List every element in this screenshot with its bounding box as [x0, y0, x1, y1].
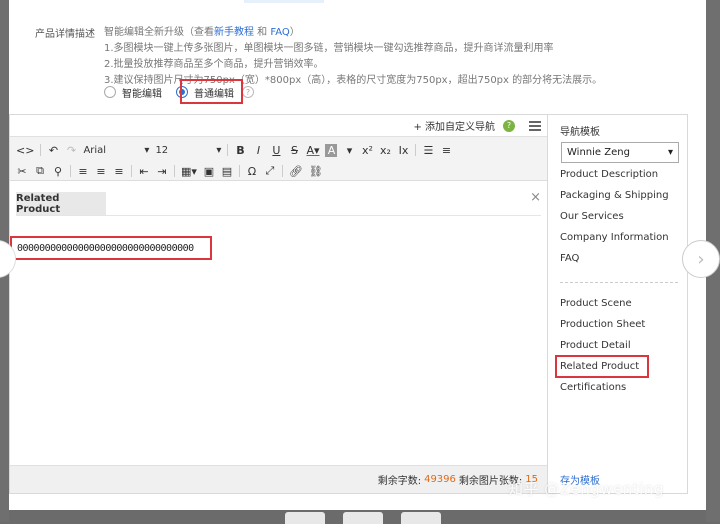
intro-line: 智能编辑全新升级（查看新手教程 和 FAQ） — [104, 27, 300, 38]
superscript-icon[interactable]: x² — [361, 144, 373, 157]
question-icon[interactable]: ? — [242, 86, 254, 98]
chevron-down-icon: ▾ — [144, 144, 150, 156]
nav-divider — [560, 282, 678, 283]
image-icon[interactable]: ▣ — [203, 165, 215, 178]
subscript-icon[interactable]: x₂ — [379, 144, 391, 157]
align-right-icon[interactable]: ≡ — [113, 165, 125, 178]
help-icon[interactable]: ? — [503, 119, 515, 132]
remaining-chars: 49396 — [424, 474, 456, 485]
nav-item-company-information[interactable]: Company Information — [560, 227, 669, 248]
chevron-right-icon: › — [697, 248, 705, 270]
nav-item-product-detail[interactable]: Product Detail — [560, 335, 645, 356]
editor-content[interactable]: Related Product × 0000000000000000000000… — [10, 183, 547, 465]
nav-item-product-scene[interactable]: Product Scene — [560, 293, 645, 314]
watermark: 知乎 @Zengwenting — [508, 480, 664, 498]
nav-template-title: 导航模板 — [560, 127, 600, 138]
indent-icon[interactable]: ⇥ — [156, 165, 168, 178]
content-highlight — [10, 236, 212, 260]
font-family-select[interactable]: Arial ▾ — [83, 145, 149, 156]
rich-text-editor: + 添加自定义导航 ? <> ↶ ↷ Arial ▾ 12 ▾ B I U S A▾… — [9, 114, 548, 494]
template-select[interactable]: Winnie Zeng ▾ — [561, 142, 679, 163]
related-product-highlight — [555, 355, 649, 378]
nav-item-our-services[interactable]: Our Services — [560, 206, 669, 227]
fullscreen-icon[interactable]: ⤢ — [264, 164, 276, 178]
editor-header: + 添加自定义导航 ? — [10, 115, 547, 136]
template-icon[interactable]: ▤ — [221, 165, 233, 178]
numbered-list-icon[interactable]: ≡ — [440, 144, 452, 157]
related-product-tab[interactable]: Related Product — [16, 192, 106, 215]
chevron-down-icon[interactable]: ▾ — [343, 144, 355, 157]
align-center-icon[interactable]: ≡ — [95, 165, 107, 178]
tip-line-2: 2.批量投放推荐商品至多个商品，提升营销效率。 — [104, 59, 324, 70]
chevron-down-icon: ▾ — [667, 147, 673, 158]
cut-icon[interactable]: ✂ — [16, 165, 28, 178]
align-left-icon[interactable]: ≡ — [77, 165, 89, 178]
table-icon[interactable]: ▦▾ — [181, 165, 197, 178]
smart-edit-option[interactable]: 智能编辑 — [104, 85, 162, 100]
highlight-color-icon[interactable]: A — [325, 143, 338, 157]
special-char-icon[interactable]: Ω — [246, 165, 258, 178]
redo-icon[interactable]: ↷ — [65, 144, 77, 157]
close-icon[interactable]: × — [530, 190, 541, 205]
italic-icon[interactable]: I — [252, 144, 264, 157]
normal-edit-highlight — [180, 79, 243, 104]
nav-list-top: Product Description Packaging & Shipping… — [560, 164, 669, 269]
bold-icon[interactable]: B — [234, 144, 246, 157]
nav-list-bottom: Product Scene Production Sheet Product D… — [560, 293, 645, 398]
nav-item-packaging-shipping[interactable]: Packaging & Shipping — [560, 185, 669, 206]
editor-toolbar: <> ↶ ↷ Arial ▾ 12 ▾ B I U S A▾ A ▾ x² x₂ Ix… — [10, 136, 547, 181]
source-code-icon[interactable]: <> — [16, 144, 34, 157]
smart-edit-radio[interactable] — [104, 86, 116, 98]
link-icon[interactable]: 🔗︎ — [289, 165, 303, 178]
underline-icon[interactable]: U — [270, 144, 282, 157]
bullet-list-icon[interactable]: ☰ — [422, 144, 434, 157]
footer-button-3[interactable] — [401, 512, 441, 524]
clear-format-icon[interactable]: Ix — [397, 144, 409, 157]
copy-icon[interactable]: ⧉ — [34, 164, 46, 178]
nav-item-certifications[interactable]: Certifications — [560, 377, 645, 398]
description-label: 产品详情描述 — [35, 29, 95, 40]
tutorial-link[interactable]: 新手教程 — [214, 27, 254, 38]
add-custom-nav-button[interactable]: + 添加自定义导航 — [413, 118, 495, 133]
nav-item-production-sheet[interactable]: Production Sheet — [560, 314, 645, 335]
editor-status-bar: 剩余字数: 49396 剩余图片张数: 15 — [10, 465, 547, 493]
outdent-icon[interactable]: ⇤ — [138, 165, 150, 178]
faq-link[interactable]: FAQ — [270, 27, 289, 38]
font-size-select[interactable]: 12 ▾ — [155, 145, 221, 156]
find-icon[interactable]: ⚲ — [52, 165, 64, 178]
footer-button-1[interactable] — [285, 512, 325, 524]
top-highlight — [244, 0, 324, 3]
tip-line-1: 1.多图模块一键上传多张图片，单图模块一图多链，营销模块一键勾选推荐商品，提升商… — [104, 43, 554, 54]
nav-item-faq[interactable]: FAQ — [560, 248, 669, 269]
chevron-down-icon: ▾ — [216, 144, 222, 156]
product-editor-dialog: 产品详情描述 智能编辑全新升级（查看新手教程 和 FAQ） 1.多图模块一键上传… — [9, 0, 706, 510]
next-arrow-button[interactable]: › — [682, 240, 720, 278]
strikethrough-icon[interactable]: S — [288, 144, 300, 157]
description-tips: 智能编辑全新升级（查看新手教程 和 FAQ） 1.多图模块一键上传多张图片，单图… — [104, 25, 602, 89]
nav-template-panel: 导航模板 Winnie Zeng ▾ Product Description P… — [548, 114, 688, 494]
footer-button-2[interactable] — [343, 512, 383, 524]
menu-icon[interactable] — [529, 120, 541, 131]
font-color-icon[interactable]: A▾ — [306, 144, 319, 157]
undo-icon[interactable]: ↶ — [47, 144, 59, 157]
nav-item-product-description[interactable]: Product Description — [560, 164, 669, 185]
unlink-icon[interactable]: ⛓ — [309, 165, 323, 178]
